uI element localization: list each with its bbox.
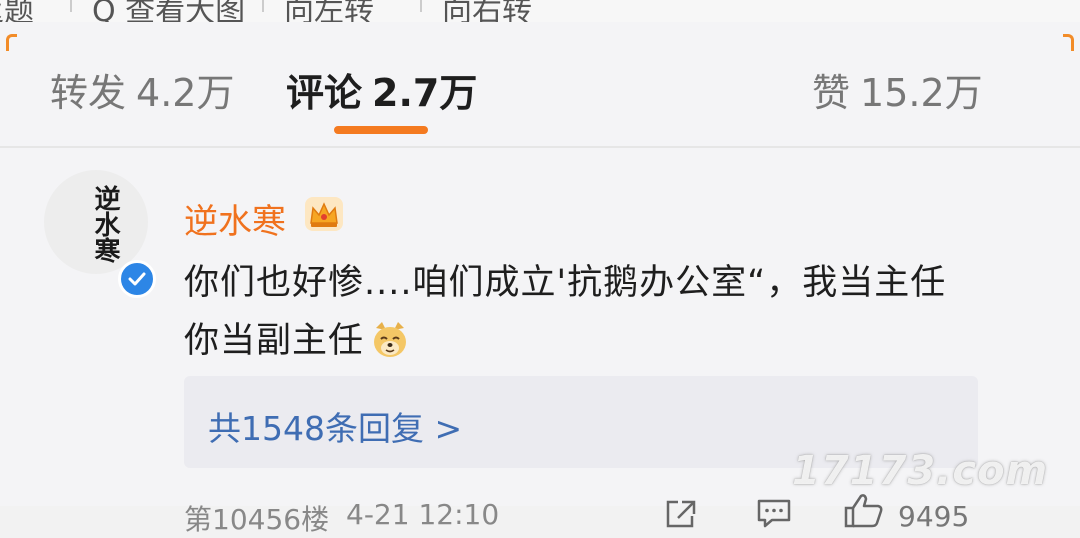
comment-panel: 转发 4.2万 评论 2.7万 赞 15.2万 逆水寒 逆水寒 你们也好惨....咱们…: [0, 22, 1080, 536]
tab-comment-count: 2.7万: [372, 71, 478, 115]
doge-emoji-icon: [374, 322, 407, 357]
tab-comment[interactable]: 评论 2.7万: [286, 62, 477, 117]
avatar-calligraphy: 逆水寒: [90, 185, 120, 263]
toolbar-divider: [420, 0, 422, 12]
tab-repost[interactable]: 转发 4.2万: [50, 62, 234, 117]
tab-bar: 转发 4.2万 评论 2.7万 赞 15.2万: [0, 62, 1080, 122]
tab-like-count: 15.2万: [860, 71, 983, 115]
corner-marker: [6, 34, 17, 51]
divider: [0, 146, 1080, 148]
site-watermark: 17173.com: [792, 448, 1049, 494]
username[interactable]: 逆水寒: [184, 194, 286, 243]
corner-marker: [1063, 34, 1074, 51]
toolbar-divider: [262, 0, 264, 12]
active-tab-indicator: [334, 126, 428, 134]
verified-badge-icon: [118, 260, 156, 298]
crown-badge-icon: [305, 197, 343, 231]
tab-like-label: 赞: [812, 71, 851, 115]
toolbar-divider: [70, 0, 72, 12]
tab-comment-label: 评论: [286, 71, 363, 115]
reply-icon[interactable]: [756, 498, 792, 528]
image-toolbar: 返题 Q 查看大图 向左转 向右转: [0, 0, 1080, 22]
toolbar-item-rotate-left[interactable]: 向左转: [284, 0, 374, 22]
tab-repost-count: 4.2万: [136, 71, 235, 115]
like-count: 9495: [898, 500, 970, 533]
tab-like[interactable]: 赞 15.2万: [812, 62, 983, 117]
toolbar-item-view-large[interactable]: Q 查看大图: [92, 0, 245, 22]
tab-repost-label: 转发: [50, 71, 127, 115]
view-replies-link[interactable]: 共1548条回复 >: [208, 402, 462, 450]
share-icon[interactable]: [664, 498, 698, 528]
floor-number: 第10456楼: [184, 503, 330, 536]
toolbar-item-rotate-right[interactable]: 向右转: [442, 0, 532, 22]
comment-body: 你们也好惨....咱们成立'抗鹅办公室“，我当主任你当副主任: [184, 263, 947, 361]
timestamp: 4-21 12:10: [346, 498, 500, 531]
comment-footer: 第10456楼 4-21 12:10 9495: [0, 492, 1080, 536]
toolbar-item-back[interactable]: 返题: [0, 0, 34, 22]
comment-text: 你们也好惨....咱们成立'抗鹅办公室“，我当主任你当副主任: [184, 254, 974, 370]
avatar[interactable]: 逆水寒: [44, 170, 148, 274]
thumbs-up-icon[interactable]: [842, 492, 886, 528]
